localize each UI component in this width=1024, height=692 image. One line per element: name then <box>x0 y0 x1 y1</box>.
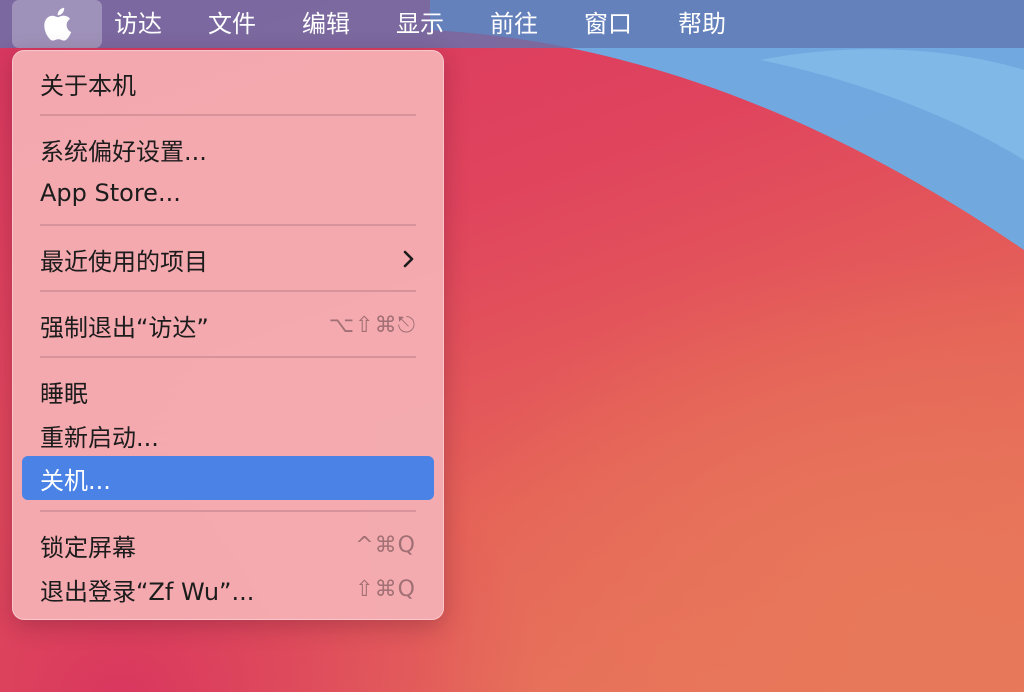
menu-item-shortcut: ⌥⇧⌘⎋ <box>328 312 416 338</box>
menu-separator <box>40 356 416 358</box>
menu-separator <box>40 224 416 226</box>
menu-separator <box>40 510 416 512</box>
menu-item-label: 关机... <box>40 466 111 495</box>
menu-item-label: 最近使用的项目 <box>40 247 208 276</box>
menu-separator <box>40 290 416 292</box>
menu-item-shortcut: ⇧⌘Q <box>355 576 416 602</box>
menu-item-label: App Store... <box>40 179 181 207</box>
menu-bar: 访达 文件 编辑 显示 前往 窗口 帮助 <box>0 0 1024 48</box>
menu-item-sleep[interactable]: 睡眠 <box>22 369 434 413</box>
menu-item-label: 关于本机 <box>40 71 136 100</box>
menu-item-label: 系统偏好设置... <box>40 137 207 166</box>
menu-item-label: 强制退出“访达” <box>40 313 209 342</box>
menu-item-label: 睡眠 <box>40 379 88 408</box>
apple-menu-button[interactable] <box>12 0 102 48</box>
menu-item-recent-items[interactable]: 最近使用的项目 <box>22 237 434 281</box>
menubar-item-edit[interactable]: 编辑 <box>302 0 396 48</box>
menu-item-shut-down[interactable]: 关机... <box>22 456 434 500</box>
menubar-item-window[interactable]: 窗口 <box>584 0 678 48</box>
chevron-right-icon <box>403 250 414 268</box>
menu-item-about-this-mac[interactable]: 关于本机 <box>22 61 434 105</box>
menu-item-restart[interactable]: 重新启动... <box>22 413 434 457</box>
menu-item-log-out[interactable]: 退出登录“Zf Wu”... ⇧⌘Q <box>22 567 434 611</box>
menu-item-lock-screen[interactable]: 锁定屏幕 ^⌘Q <box>22 523 434 567</box>
menu-separator <box>40 114 416 116</box>
menu-item-force-quit[interactable]: 强制退出“访达” ⌥⇧⌘⎋ <box>22 303 434 347</box>
menubar-item-help[interactable]: 帮助 <box>678 0 772 48</box>
menu-item-label: 锁定屏幕 <box>40 533 136 562</box>
menubar-item-file[interactable]: 文件 <box>208 0 302 48</box>
menubar-item-finder[interactable]: 访达 <box>114 0 208 48</box>
menu-item-shortcut: ^⌘Q <box>355 532 416 558</box>
menu-item-label: 退出登录“Zf Wu”... <box>40 577 255 606</box>
menu-item-system-preferences[interactable]: 系统偏好设置... <box>22 127 434 171</box>
menu-item-app-store[interactable]: App Store... <box>22 171 434 215</box>
apple-menu-dropdown: 关于本机 系统偏好设置... App Store... 最近使用的项目 强制退出… <box>12 50 444 620</box>
menu-item-label: 重新启动... <box>40 423 159 452</box>
apple-logo-icon <box>44 7 72 41</box>
menubar-item-view[interactable]: 显示 <box>396 0 490 48</box>
menubar-item-go[interactable]: 前往 <box>490 0 584 48</box>
